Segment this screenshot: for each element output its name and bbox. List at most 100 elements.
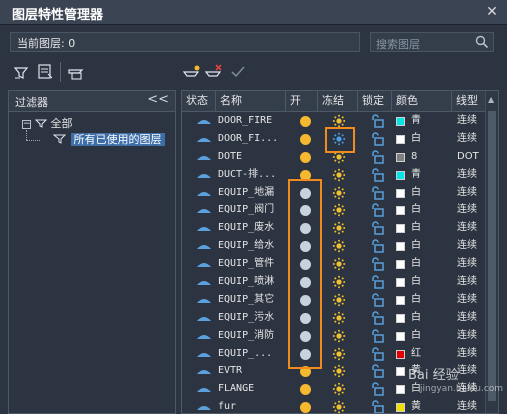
sun-icon[interactable] (332, 329, 346, 343)
linetype[interactable]: 连续 (457, 327, 487, 345)
sun-icon[interactable] (332, 293, 346, 307)
unlock-icon[interactable] (370, 239, 384, 253)
vertical-scrollbar[interactable]: ▲ (485, 91, 498, 413)
sun-icon[interactable] (332, 364, 346, 378)
layer-row[interactable]: EQUIP_废水 白连续 (182, 219, 488, 237)
color-swatch[interactable] (396, 313, 405, 323)
layer-row[interactable]: EQUIP_地漏 白连续 (182, 184, 488, 202)
color-name[interactable]: 红 (411, 345, 441, 363)
sun-icon[interactable] (332, 203, 346, 217)
linetype[interactable]: 连续 (457, 130, 487, 148)
linetype[interactable]: 连续 (457, 362, 487, 380)
color-swatch[interactable] (396, 331, 405, 341)
color-name[interactable]: 白 (411, 184, 441, 202)
layer-name[interactable]: EQUIP_管件 (218, 255, 286, 273)
linetype[interactable]: 连续 (457, 291, 487, 309)
column-header-freeze[interactable]: 冻结 (318, 91, 358, 111)
linetype[interactable]: 连续 (457, 112, 487, 130)
layer-row[interactable]: EQUIP_其它 白连续 (182, 291, 488, 309)
layer-name[interactable]: DUCT-排... (218, 166, 286, 184)
new-group-filter-icon[interactable] (36, 62, 56, 82)
column-header-linetype[interactable]: 线型 (452, 91, 488, 111)
unlock-icon[interactable] (370, 400, 384, 414)
linetype[interactable]: 连续 (457, 219, 487, 237)
color-swatch[interactable] (396, 170, 405, 180)
scrollbar-thumb[interactable] (488, 111, 496, 401)
linetype[interactable]: 连续 (457, 309, 487, 327)
layer-row[interactable]: DUCT-排... 青连续 (182, 166, 488, 184)
sun-icon[interactable] (332, 382, 346, 396)
linetype[interactable]: 连续 (457, 273, 487, 291)
bulb-on-icon[interactable] (300, 116, 311, 127)
tree-collapse-toggle[interactable]: − (22, 120, 31, 129)
color-name[interactable]: 青 (411, 166, 441, 184)
collapse-icon[interactable]: << (147, 92, 169, 107)
linetype[interactable]: 连续 (457, 237, 487, 255)
color-swatch[interactable] (396, 117, 405, 126)
delete-layer-icon[interactable] (204, 62, 224, 82)
layer-row[interactable]: EQUIP_... 红连续 (182, 345, 488, 363)
unlock-icon[interactable] (370, 382, 384, 397)
new-property-filter-icon[interactable] (12, 62, 32, 82)
search-input[interactable]: 搜索图层 (370, 32, 494, 52)
unlock-icon[interactable] (370, 364, 384, 379)
linetype[interactable]: DOT (457, 148, 487, 166)
unlock-icon[interactable] (370, 114, 384, 128)
layer-name[interactable]: DOOR_FI... (218, 130, 286, 148)
sun-icon[interactable] (332, 186, 346, 200)
layer-name[interactable]: EQUIP_废水 (218, 219, 286, 237)
layer-name[interactable]: EQUIP_喷淋 (218, 273, 286, 291)
color-swatch[interactable] (396, 242, 405, 252)
column-header-status[interactable]: 状态 (182, 91, 216, 111)
layer-row[interactable]: EQUIP_阀门 白连续 (182, 201, 488, 219)
sun-icon[interactable] (332, 311, 346, 325)
linetype[interactable]: 连续 (457, 345, 487, 363)
color-name[interactable]: 8 (411, 148, 441, 166)
color-swatch[interactable] (396, 152, 405, 162)
scroll-up-icon[interactable]: ▲ (488, 95, 494, 104)
color-name[interactable]: 白 (411, 273, 441, 291)
layer-row[interactable]: EQUIP_喷淋 白连续 (182, 273, 488, 291)
tree-item-used-layers[interactable]: 所有已使用的图层 (52, 132, 165, 148)
bulb-on-icon[interactable] (300, 151, 311, 163)
color-name[interactable]: 白 (411, 309, 441, 327)
unlock-icon[interactable] (370, 275, 384, 289)
unlock-icon[interactable] (370, 346, 384, 361)
sun-icon[interactable] (332, 239, 346, 253)
layer-name[interactable]: EQUIP_... (218, 345, 286, 363)
unlock-icon[interactable] (370, 132, 384, 146)
unlock-icon[interactable] (370, 328, 384, 343)
unlock-icon[interactable] (370, 293, 384, 307)
layer-name[interactable]: fur (218, 398, 286, 413)
layer-row[interactable]: fur 黄 连续 (182, 398, 488, 414)
sun-icon[interactable] (332, 257, 346, 271)
color-swatch[interactable] (396, 206, 405, 216)
layer-name[interactable]: EQUIP_阀门 (218, 201, 286, 219)
unlock-icon[interactable] (370, 167, 384, 182)
color-name[interactable]: 黄 (411, 398, 441, 413)
color-swatch[interactable] (396, 260, 405, 270)
unlock-icon[interactable] (370, 257, 384, 271)
sun-icon[interactable] (332, 114, 346, 128)
bulb-on-icon[interactable] (300, 402, 311, 413)
sun-icon[interactable] (332, 221, 346, 235)
color-swatch[interactable] (396, 349, 405, 359)
layer-name[interactable]: EQUIP_消防 (218, 327, 286, 345)
close-icon[interactable]: ✕ (483, 3, 501, 21)
bulb-on-icon[interactable] (300, 384, 311, 396)
color-name[interactable]: 白 (411, 130, 441, 148)
layer-row[interactable]: EQUIP_污水 白连续 (182, 309, 488, 327)
unlock-icon[interactable] (370, 221, 384, 236)
layer-name[interactable]: FLANGE (218, 380, 286, 398)
color-swatch[interactable] (396, 224, 405, 234)
column-header-color[interactable]: 颜色 (392, 91, 452, 111)
new-layer-icon[interactable] (182, 62, 202, 82)
linetype[interactable]: 连续 (457, 255, 487, 273)
bulb-on-icon[interactable] (300, 133, 311, 145)
color-swatch[interactable] (396, 278, 405, 288)
color-name[interactable]: 白 (411, 237, 441, 255)
layer-states-manager-icon[interactable] (66, 62, 86, 82)
search-icon[interactable] (475, 35, 489, 49)
color-name[interactable]: 白 (411, 291, 441, 309)
layer-name[interactable]: EQUIP_污水 (218, 309, 286, 327)
